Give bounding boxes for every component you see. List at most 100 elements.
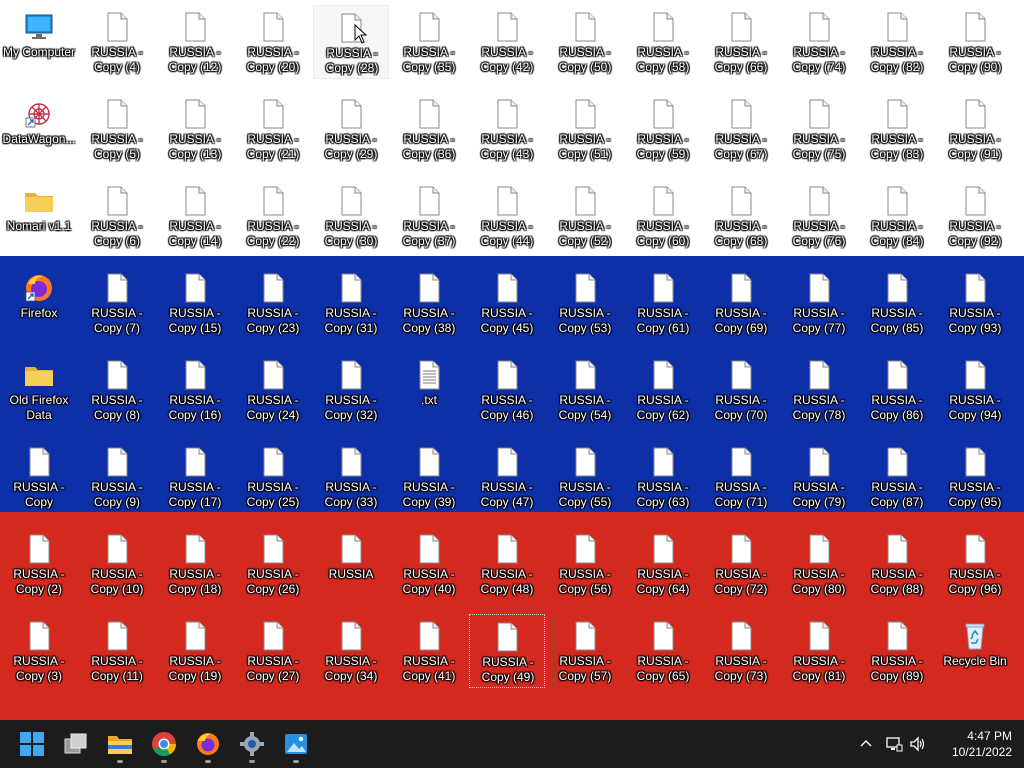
desktop-icon[interactable]: RUSSIA - Copy (9) bbox=[79, 440, 155, 514]
desktop-icon[interactable]: RUSSIA - Copy (75) bbox=[781, 92, 857, 166]
desktop-icon[interactable]: RUSSIA - Copy (49) bbox=[469, 614, 545, 688]
desktop-icon[interactable]: RUSSIA - Copy (67) bbox=[703, 92, 779, 166]
desktop-icon[interactable]: RUSSIA - Copy (72) bbox=[703, 527, 779, 601]
desktop-icon[interactable]: RUSSIA - Copy (33) bbox=[313, 440, 389, 514]
desktop-icon[interactable]: RUSSIA - Copy (19) bbox=[157, 614, 233, 688]
desktop-icon[interactable]: RUSSIA - Copy (69) bbox=[703, 266, 779, 340]
desktop-icon[interactable]: RUSSIA - Copy (46) bbox=[469, 353, 545, 427]
desktop-icon[interactable]: RUSSIA - Copy (52) bbox=[547, 179, 623, 253]
desktop-icon[interactable]: RUSSIA - Copy (11) bbox=[79, 614, 155, 688]
firefox-button[interactable] bbox=[188, 724, 228, 764]
desktop-icon[interactable]: RUSSIA - Copy (39) bbox=[391, 440, 467, 514]
desktop-icon[interactable]: RUSSIA - Copy (64) bbox=[625, 527, 701, 601]
desktop-icon[interactable]: RUSSIA - Copy (37) bbox=[391, 179, 467, 253]
desktop-icon[interactable]: RUSSIA - Copy (35) bbox=[391, 5, 467, 79]
desktop-icon[interactable]: RUSSIA - Copy (96) bbox=[937, 527, 1013, 601]
desktop-icon[interactable]: RUSSIA - Copy (80) bbox=[781, 527, 857, 601]
desktop-icon[interactable]: RUSSIA - Copy (61) bbox=[625, 266, 701, 340]
desktop-icon[interactable]: RUSSIA - Copy (62) bbox=[625, 353, 701, 427]
desktop-icon[interactable]: RUSSIA - Copy (45) bbox=[469, 266, 545, 340]
desktop-icon[interactable]: RUSSIA - Copy (29) bbox=[313, 92, 389, 166]
desktop-icon[interactable]: RUSSIA - Copy (40) bbox=[391, 527, 467, 601]
desktop-icon[interactable]: RUSSIA - Copy (65) bbox=[625, 614, 701, 688]
desktop-icon[interactable]: My Computer bbox=[1, 5, 77, 79]
desktop-icon[interactable]: RUSSIA - Copy (74) bbox=[781, 5, 857, 79]
desktop-icon[interactable]: RUSSIA - Copy (36) bbox=[391, 92, 467, 166]
start-button[interactable] bbox=[12, 724, 52, 764]
desktop-icon[interactable]: RUSSIA - Copy (56) bbox=[547, 527, 623, 601]
desktop-icon[interactable]: RUSSIA - Copy (7) bbox=[79, 266, 155, 340]
desktop-icon[interactable]: RUSSIA - Copy (93) bbox=[937, 266, 1013, 340]
desktop-icon[interactable]: RUSSIA - Copy (87) bbox=[859, 440, 935, 514]
desktop-icon[interactable]: RUSSIA - Copy (5) bbox=[79, 92, 155, 166]
desktop-icon[interactable]: RUSSIA - Copy (44) bbox=[469, 179, 545, 253]
desktop-icon[interactable]: RUSSIA - Copy (20) bbox=[235, 5, 311, 79]
desktop-icon[interactable]: RUSSIA - Copy (17) bbox=[157, 440, 233, 514]
desktop-icon[interactable]: RUSSIA - Copy (85) bbox=[859, 266, 935, 340]
desktop-icon[interactable]: RUSSIA - Copy (15) bbox=[157, 266, 233, 340]
task-view-button[interactable] bbox=[56, 724, 96, 764]
desktop-icon[interactable]: RUSSIA - Copy (47) bbox=[469, 440, 545, 514]
desktop-icon[interactable]: RUSSIA - Copy (26) bbox=[235, 527, 311, 601]
desktop-icon[interactable]: RUSSIA - Copy (24) bbox=[235, 353, 311, 427]
desktop-icon[interactable]: RUSSIA - Copy (12) bbox=[157, 5, 233, 79]
desktop-icon[interactable]: RUSSIA - Copy (95) bbox=[937, 440, 1013, 514]
desktop-icon[interactable]: RUSSIA - Copy (83) bbox=[859, 92, 935, 166]
desktop-icon[interactable]: RUSSIA - Copy (58) bbox=[625, 5, 701, 79]
desktop-icon[interactable]: RUSSIA - Copy (81) bbox=[781, 614, 857, 688]
file-explorer-button[interactable] bbox=[100, 724, 140, 764]
desktop-icon[interactable]: RUSSIA - Copy (71) bbox=[703, 440, 779, 514]
desktop-icon[interactable]: RUSSIA - Copy (48) bbox=[469, 527, 545, 601]
desktop-icon[interactable]: RUSSIA - Copy (94) bbox=[937, 353, 1013, 427]
desktop-icon[interactable]: RUSSIA - Copy (78) bbox=[781, 353, 857, 427]
desktop-icon[interactable]: Nomari v1.1 bbox=[1, 179, 77, 253]
desktop-icon[interactable]: RUSSIA - Copy (34) bbox=[313, 614, 389, 688]
desktop-icon[interactable]: RUSSIA - Copy (41) bbox=[391, 614, 467, 688]
desktop-icon[interactable]: RUSSIA - Copy (10) bbox=[79, 527, 155, 601]
settings-button[interactable] bbox=[232, 724, 272, 764]
desktop-icon[interactable]: Firefox bbox=[1, 266, 77, 340]
desktop-icon[interactable]: RUSSIA - Copy (6) bbox=[79, 179, 155, 253]
desktop-icon[interactable]: RUSSIA bbox=[313, 527, 389, 601]
desktop-icon[interactable]: RUSSIA - Copy (32) bbox=[313, 353, 389, 427]
desktop-icon[interactable]: RUSSIA - Copy (2) bbox=[1, 527, 77, 601]
desktop-icon[interactable]: RUSSIA - Copy (89) bbox=[859, 614, 935, 688]
desktop-icon[interactable]: RUSSIA - Copy (42) bbox=[469, 5, 545, 79]
desktop-icon[interactable]: RUSSIA - Copy (86) bbox=[859, 353, 935, 427]
desktop-icon[interactable]: RUSSIA - Copy (63) bbox=[625, 440, 701, 514]
desktop-icon[interactable]: RUSSIA - Copy (92) bbox=[937, 179, 1013, 253]
volume-icon[interactable] bbox=[906, 732, 930, 756]
desktop-icon[interactable]: RUSSIA - Copy (43) bbox=[469, 92, 545, 166]
desktop-icon[interactable]: RUSSIA - Copy (68) bbox=[703, 179, 779, 253]
desktop-icon[interactable]: RUSSIA - Copy (8) bbox=[79, 353, 155, 427]
desktop-icon[interactable]: RUSSIA - Copy (50) bbox=[547, 5, 623, 79]
desktop-icon[interactable]: RUSSIA - Copy (14) bbox=[157, 179, 233, 253]
desktop-icon[interactable]: RUSSIA - Copy (84) bbox=[859, 179, 935, 253]
desktop-icon[interactable]: RUSSIA - Copy (30) bbox=[313, 179, 389, 253]
desktop-icon[interactable]: RUSSIA - Copy (57) bbox=[547, 614, 623, 688]
desktop-icon[interactable]: RUSSIA - Copy bbox=[1, 440, 77, 514]
desktop-icon[interactable]: RUSSIA - Copy (54) bbox=[547, 353, 623, 427]
desktop-icon[interactable]: RUSSIA - Copy (27) bbox=[235, 614, 311, 688]
desktop-icon[interactable]: RUSSIA - Copy (60) bbox=[625, 179, 701, 253]
desktop-icon[interactable]: RUSSIA - Copy (28) bbox=[313, 5, 389, 79]
desktop-icon[interactable]: Old Firefox Data bbox=[1, 353, 77, 427]
desktop-icon[interactable]: RUSSIA - Copy (70) bbox=[703, 353, 779, 427]
desktop-icon[interactable]: RUSSIA - Copy (25) bbox=[235, 440, 311, 514]
network-icon[interactable] bbox=[882, 732, 906, 756]
desktop-icon[interactable]: DataWagon... bbox=[1, 92, 77, 166]
desktop-icon[interactable]: RUSSIA - Copy (21) bbox=[235, 92, 311, 166]
chevron-up-icon[interactable] bbox=[854, 732, 878, 756]
desktop-icon[interactable]: RUSSIA - Copy (88) bbox=[859, 527, 935, 601]
desktop-icon[interactable]: .txt bbox=[391, 353, 467, 427]
desktop-icon[interactable]: RUSSIA - Copy (18) bbox=[157, 527, 233, 601]
desktop-icon[interactable]: RUSSIA - Copy (66) bbox=[703, 5, 779, 79]
desktop-icon[interactable]: RUSSIA - Copy (53) bbox=[547, 266, 623, 340]
desktop-icon[interactable]: RUSSIA - Copy (3) bbox=[1, 614, 77, 688]
desktop-icon[interactable]: RUSSIA - Copy (55) bbox=[547, 440, 623, 514]
desktop-icon[interactable]: RUSSIA - Copy (4) bbox=[79, 5, 155, 79]
desktop-icon[interactable]: RUSSIA - Copy (77) bbox=[781, 266, 857, 340]
desktop-icon[interactable]: RUSSIA - Copy (82) bbox=[859, 5, 935, 79]
chrome-button[interactable] bbox=[144, 724, 184, 764]
desktop-icon[interactable]: RUSSIA - Copy (79) bbox=[781, 440, 857, 514]
